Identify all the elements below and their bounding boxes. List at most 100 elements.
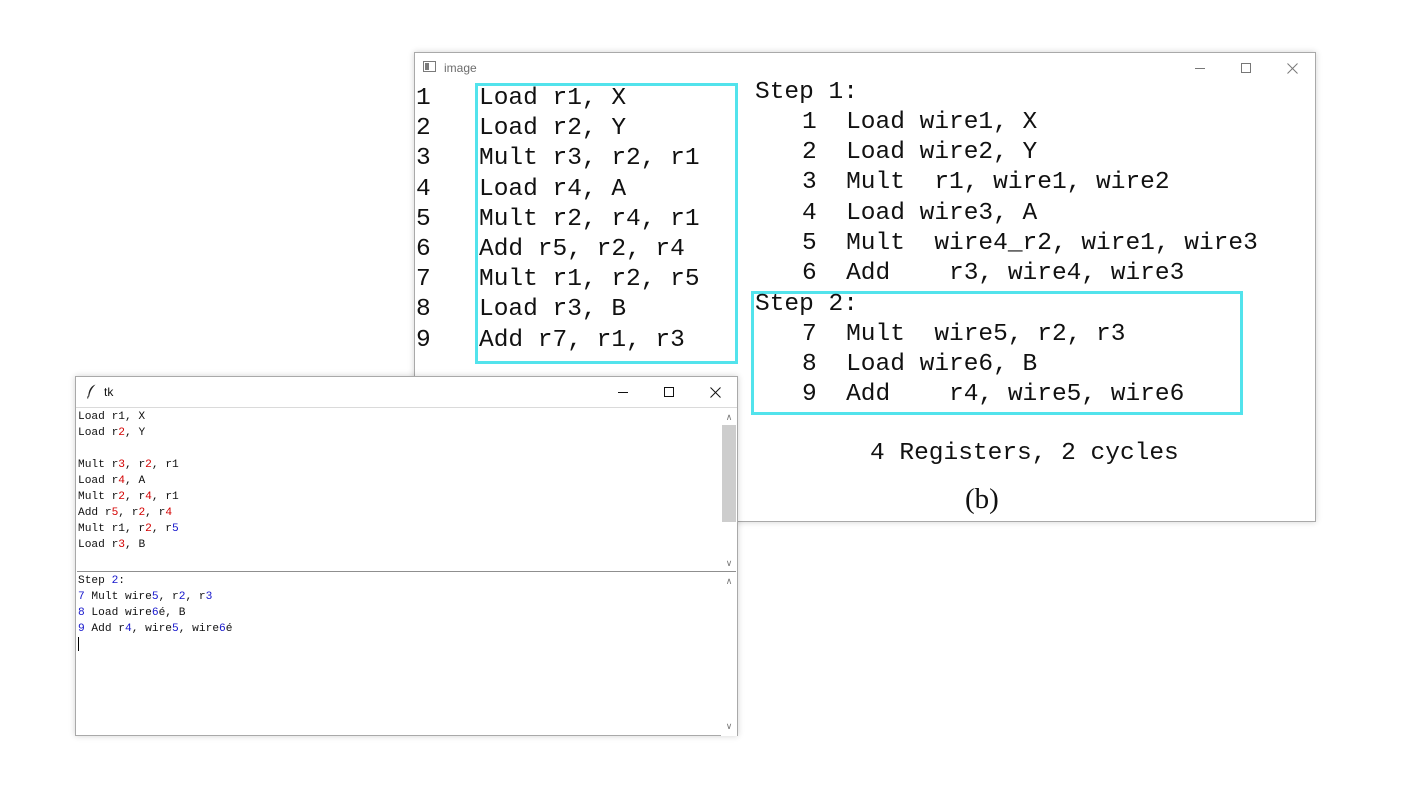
text-line: Mult r3, r2, r1	[77, 457, 720, 473]
text-run: 6	[219, 623, 226, 635]
bottom-scrollbar[interactable]: ∧ ∨	[721, 572, 737, 736]
text-run: Mult wire	[84, 591, 152, 603]
text-run: 6	[151, 607, 159, 619]
scroll-down-button[interactable]: ∨	[721, 555, 737, 571]
text-run: 3	[118, 459, 126, 471]
text-run: 5	[151, 591, 159, 603]
pane-divider[interactable]	[77, 571, 736, 572]
line-number: 7	[416, 266, 431, 294]
text-line: Add r5, r2, r4	[77, 505, 720, 521]
text-run: Step	[78, 575, 112, 587]
step-operands: r4, wire5, wire6	[919, 381, 1185, 409]
minimize-button[interactable]	[1177, 53, 1223, 83]
text-run: 4	[118, 475, 126, 487]
figure-caption: (b)	[965, 483, 999, 515]
step-line-number: 9	[802, 381, 817, 409]
minimize-icon	[1195, 68, 1205, 69]
text-run: , r	[185, 591, 206, 603]
text-run: , r	[151, 523, 173, 535]
step-opcode: Add	[846, 260, 891, 288]
text-run: Load r	[78, 475, 119, 487]
text-run: Mult r	[78, 459, 119, 471]
maximize-icon	[1241, 63, 1251, 73]
step-line: 6 Add r3, wire4, wire3	[802, 259, 1258, 289]
step-line: 1 Load wire1, X	[802, 108, 1258, 138]
tk-maximize-button[interactable]	[646, 377, 692, 407]
text-run: Mult r	[78, 491, 119, 503]
summary-text: 4 Registers, 2 cycles	[870, 440, 1179, 467]
tk-window-title: tk	[104, 385, 114, 399]
line-number: 3	[416, 145, 431, 173]
text-line: Mult r1, r2, r5	[77, 521, 720, 537]
top-text-pane[interactable]: Load r1, X Load r2, Y Mult r3, r2, r1 Load …	[77, 409, 720, 571]
step-operands: r3, wire4, wire3	[919, 260, 1185, 288]
step-operands: wire4_r2, wire1, wire3	[919, 229, 1258, 257]
text-run: 5	[172, 623, 179, 635]
image-window-title: image	[444, 61, 477, 75]
text-run: , wire	[178, 623, 220, 635]
tk-window-titlebar[interactable]: tk	[76, 377, 737, 408]
step-line-number: 1	[802, 109, 817, 136]
original-code-highlight-box	[475, 83, 738, 364]
step-line: 4 Load wire3, A	[802, 199, 1258, 229]
feather-icon	[87, 384, 97, 404]
step-line: 2 Load wire2, Y	[802, 138, 1258, 168]
tk-minimize-button[interactable]	[600, 377, 646, 407]
step-line-number: 3	[802, 169, 817, 197]
text-run: 2	[118, 491, 126, 503]
line-numbers: 1 2345 6789	[416, 84, 431, 356]
bottom-text-pane[interactable]: Step 2: 7 Mult wire5, r2, r3 8 Load wire6é…	[77, 573, 720, 735]
text-run: , r1	[151, 459, 179, 471]
line-number: 5	[416, 205, 431, 233]
text-run: Load r	[78, 427, 119, 439]
close-icon	[709, 386, 721, 398]
text-run: Load r1, X	[78, 411, 146, 423]
step-line-number: 4	[802, 199, 817, 227]
cursor-line	[77, 637, 720, 653]
text-line: 8 Load wire6é, B	[77, 605, 720, 621]
scroll-up-button[interactable]: ∧	[721, 409, 737, 425]
line-number: 1	[416, 85, 431, 112]
close-button[interactable]	[1269, 53, 1315, 83]
text-line: Step 2:	[77, 573, 720, 589]
step-line: 9 Add r4, wire5, wire6	[802, 380, 1184, 410]
maximize-button[interactable]	[1223, 53, 1269, 83]
text-run: é, B	[158, 607, 186, 619]
text-run: 3	[118, 539, 126, 551]
text-run: , B	[125, 539, 146, 551]
text-cursor	[78, 637, 79, 652]
text-run: , wire	[131, 623, 173, 635]
window-app-icon	[423, 61, 436, 72]
text-run: Mult r1, r	[78, 523, 146, 535]
text-run: Add r	[78, 507, 112, 519]
text-run: 2	[118, 427, 126, 439]
step-operands: r1, wire1, wire2	[919, 169, 1170, 197]
text-run: 7	[78, 591, 85, 603]
step-operands: wire2, Y	[919, 139, 1038, 167]
close-icon	[1286, 62, 1298, 74]
scroll-up-button[interactable]: ∧	[721, 573, 737, 589]
text-run: 4	[125, 623, 132, 635]
step-line: 7 Mult wire5, r2, r3	[802, 320, 1184, 350]
text-line: Load r1, X	[77, 409, 720, 425]
text-line: 7 Mult wire5, r2, r3	[77, 589, 720, 605]
tk-close-button[interactable]	[692, 377, 738, 407]
step-line: 3 Mult r1, wire1, wire2	[802, 168, 1258, 198]
text-run: é	[225, 623, 233, 635]
chevron-down-icon: ∨	[725, 720, 733, 731]
step-operands: wire3, A	[919, 199, 1038, 227]
step1-lines: 1 Load wire1, X2 Load wire2, Y3 Mult r1,…	[802, 108, 1258, 289]
text-run: 4	[145, 491, 152, 503]
scrollbar-thumb[interactable]	[722, 425, 736, 522]
top-scrollbar[interactable]: ∧ ∨	[721, 408, 737, 572]
text-line: Load r4, A	[77, 473, 720, 489]
scroll-down-button[interactable]: ∨	[721, 718, 737, 734]
step-line-number: 2	[802, 139, 817, 167]
maximize-icon	[664, 387, 674, 397]
line-number: 6	[416, 236, 431, 264]
chevron-up-icon: ∧	[725, 575, 733, 586]
step-opcode: Load	[846, 109, 905, 136]
image-window-titlebar[interactable]: image	[415, 53, 1315, 83]
minimize-icon	[618, 392, 628, 393]
text-run: 2	[145, 523, 152, 535]
